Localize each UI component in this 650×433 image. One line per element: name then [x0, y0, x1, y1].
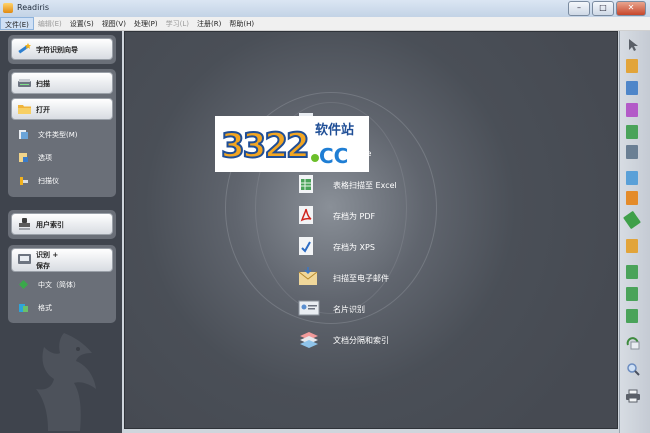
- wizard-panel: 字符识别向导: [8, 35, 116, 64]
- print-icon[interactable]: [625, 389, 641, 403]
- eraser-icon[interactable]: [623, 210, 641, 230]
- watermark-digits: 3322: [220, 125, 311, 167]
- recognize-save-button[interactable]: 识别 + 保存: [11, 248, 113, 272]
- watermark-cc: CC: [319, 144, 349, 168]
- action-business-card[interactable]: 名片识别: [298, 298, 468, 320]
- menu-process[interactable]: 处理(P): [130, 17, 162, 30]
- move-zone-icon[interactable]: [626, 309, 638, 323]
- business-card-icon: [298, 300, 320, 316]
- menu-register[interactable]: 注册(R): [193, 17, 225, 30]
- ocr-wizard-button[interactable]: 字符识别向导: [11, 38, 113, 60]
- action-document-split[interactable]: 文档分隔和索引: [298, 329, 468, 351]
- menu-learn[interactable]: 学习(L): [162, 17, 193, 30]
- file-type-option[interactable]: 文件类型(M): [18, 128, 114, 142]
- menu-file[interactable]: 文件(E): [0, 17, 34, 30]
- action-email-label: 扫描至电子邮件: [333, 274, 389, 283]
- menu-bar: 文件(E) 编辑(E) 设置(S) 视图(V) 处理(P) 学习(L) 注册(R…: [0, 17, 650, 31]
- file-type-label: 文件类型(M): [38, 131, 78, 139]
- action-xps-label: 存档为 XPS: [333, 243, 375, 252]
- user-index-panel: 用户索引: [8, 210, 116, 239]
- options-option[interactable]: 选项: [18, 151, 114, 165]
- format-icon: [19, 304, 28, 312]
- window-title: Readiris: [17, 3, 50, 12]
- main-workspace[interactable]: ord penOffice 表格扫描至 Excel 存档为 PDF 存档为 XP…: [124, 31, 618, 429]
- action-email[interactable]: 扫描至电子邮件: [298, 267, 468, 289]
- pointer-icon[interactable]: [627, 38, 639, 52]
- language-label: 中文（简体）: [38, 281, 80, 289]
- file-type-icon: [19, 130, 28, 139]
- recognize-label: 识别 +: [36, 251, 59, 259]
- watermark-site-text: 软件站: [315, 123, 355, 138]
- folder-icon: [18, 105, 31, 114]
- recognize-save-icon: [18, 254, 31, 264]
- ocr-wizard-label: 字符识别向导: [36, 46, 78, 54]
- iris-eagle-logo: [36, 333, 96, 431]
- document-split-icon: [300, 332, 318, 348]
- scanner-label: 扫描仪: [38, 177, 59, 185]
- action-xps[interactable]: 存档为 XPS: [298, 236, 468, 258]
- action-pdf[interactable]: 存档为 PDF: [298, 205, 468, 227]
- format-label: 格式: [38, 304, 52, 312]
- order-icon[interactable]: [626, 239, 638, 253]
- scan-label: 扫描: [36, 80, 50, 88]
- title-bar: Readiris – □ ✕: [0, 0, 650, 18]
- zone-doc-icon[interactable]: [626, 145, 638, 159]
- options-icon: [19, 153, 28, 162]
- wizard-wand-icon: [18, 43, 31, 54]
- rotate-icon[interactable]: [625, 336, 641, 350]
- split-zone-icon[interactable]: [626, 265, 638, 279]
- image-doc-icon[interactable]: [626, 81, 638, 95]
- minimize-button[interactable]: –: [568, 1, 590, 16]
- scanner-option[interactable]: 扫描仪: [18, 174, 114, 188]
- barcode-doc-icon[interactable]: [626, 125, 638, 139]
- action-excel-label: 表格扫描至 Excel: [333, 181, 397, 190]
- zone-toolbar: [619, 31, 650, 433]
- picture-icon[interactable]: [626, 171, 638, 185]
- user-index-button[interactable]: 用户索引: [11, 213, 113, 235]
- excel-icon: [299, 175, 313, 193]
- menu-settings[interactable]: 设置(S): [66, 17, 98, 30]
- orange-doc-icon[interactable]: [626, 191, 638, 205]
- scan-button[interactable]: 扫描: [11, 72, 113, 94]
- readiris-app-icon: [3, 3, 13, 13]
- action-pdf-label: 存档为 PDF: [333, 212, 376, 221]
- pdf-icon: [299, 206, 313, 224]
- maximize-button[interactable]: □: [592, 1, 614, 16]
- input-panel: 扫描 打开 文件类型(M) 选项 扫描仪: [8, 69, 116, 197]
- menu-help[interactable]: 帮助(H): [225, 17, 258, 30]
- text-doc-icon[interactable]: [626, 59, 638, 73]
- status-strip: [124, 429, 618, 433]
- watermark-dot: [311, 154, 319, 162]
- language-option[interactable]: 中文（简体）: [18, 278, 114, 292]
- xps-icon: [299, 237, 313, 255]
- merge-zone-icon[interactable]: [626, 287, 638, 301]
- format-option[interactable]: 格式: [18, 301, 114, 315]
- menu-view[interactable]: 视图(V): [98, 17, 130, 30]
- user-index-label: 用户索引: [36, 221, 64, 229]
- close-button[interactable]: ✕: [616, 1, 646, 16]
- language-icon: [19, 280, 28, 289]
- table-doc-icon[interactable]: [626, 103, 638, 117]
- stamp-icon: [19, 218, 30, 230]
- save-label: 保存: [36, 262, 50, 270]
- left-pane: 字符识别向导 扫描 打开 文件类型(M) 选项 扫描仪 用户索引 识别 + 保存…: [0, 31, 122, 433]
- open-button[interactable]: 打开: [11, 98, 113, 120]
- output-panel: 识别 + 保存 中文（简体） 格式: [8, 245, 116, 323]
- site-watermark: 3322 软件站 CC: [215, 116, 369, 172]
- options-label: 选项: [38, 154, 52, 162]
- scanner-settings-icon: [20, 177, 28, 185]
- email-icon: [298, 267, 318, 285]
- zoom-icon[interactable]: [626, 362, 640, 376]
- action-excel[interactable]: 表格扫描至 Excel: [298, 174, 468, 196]
- scanner-icon: [18, 79, 31, 87]
- open-label: 打开: [36, 106, 50, 114]
- menu-edit[interactable]: 编辑(E): [34, 17, 66, 30]
- action-document-split-label: 文档分隔和索引: [333, 336, 389, 345]
- window-controls: – □ ✕: [568, 1, 646, 16]
- action-business-card-label: 名片识别: [333, 305, 365, 314]
